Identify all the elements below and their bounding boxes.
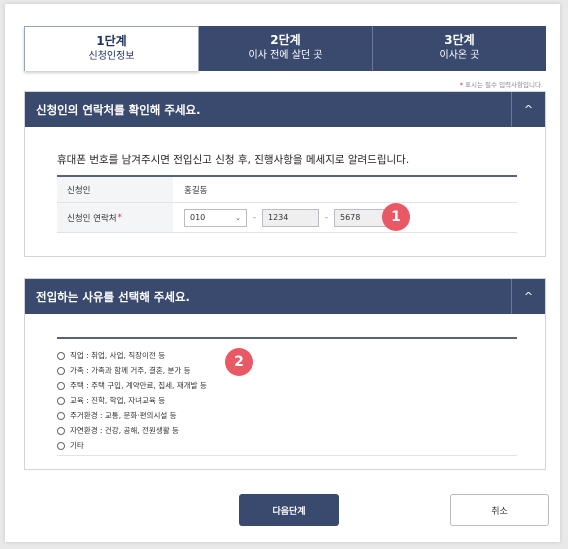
radio-icon[interactable] xyxy=(57,426,65,435)
contact-section: 신청인의 연락처를 확인해 주세요. ^ 휴대폰 번호를 남겨주시면 전입신고 … xyxy=(24,91,546,257)
annotation-badge-1: 1 xyxy=(382,203,410,231)
required-note-text: 표시는 필수 입력사항입니다. xyxy=(462,81,543,89)
reason-option-job[interactable]: 직업 : 취업, 사업, 직장이전 등 xyxy=(57,348,517,363)
radio-icon[interactable] xyxy=(57,411,65,420)
applicant-row: 신청인 홍길동 xyxy=(57,177,517,203)
phone-dash: - xyxy=(253,213,256,222)
step-2-label: 이사 전에 살던 곳 xyxy=(248,50,323,61)
step-2-number: 2단계 xyxy=(270,33,301,47)
reason-section-header: 전입하는 사유를 선택해 주세요. ^ xyxy=(25,279,545,314)
reason-option-label: 주거환경 : 교통, 문화·편의시설 등 xyxy=(70,411,177,420)
chevron-up-icon: ^ xyxy=(523,103,534,116)
reason-option-natural-environment[interactable]: 자연환경 : 건강, 공해, 전원생활 등 xyxy=(57,423,517,438)
radio-icon[interactable] xyxy=(57,366,65,375)
reason-option-label: 교육 : 진학, 학업, 자녀교육 등 xyxy=(70,396,166,405)
reason-section-title: 전입하는 사유를 선택해 주세요. xyxy=(36,289,190,304)
reason-option-label: 주택 : 주택 구입, 계약만료, 집세, 재개발 등 xyxy=(70,381,207,390)
next-step-button[interactable]: 다음단계 xyxy=(239,494,339,526)
phone-label-text: 신청인 연락처 xyxy=(67,213,117,224)
phone-dash: - xyxy=(325,213,328,222)
step-3-number: 3단계 xyxy=(444,33,475,47)
reason-option-family[interactable]: 가족 : 가족과 함께 거주, 결혼, 분가 등 xyxy=(57,363,517,378)
page-container: 1단계 신청인정보 2단계 이사 전에 살던 곳 3단계 이사온 곳 * 표시는… xyxy=(5,4,560,542)
applicant-name: 홍길동 xyxy=(184,185,208,196)
reason-option-living-environment[interactable]: 주거환경 : 교통, 문화·편의시설 등 xyxy=(57,408,517,423)
applicant-label-text: 신청인 xyxy=(67,185,91,196)
phone-label: 신청인 연락처 * xyxy=(57,203,173,232)
phone-prefix-select[interactable]: 010 ⌄ xyxy=(184,208,247,227)
step-1-number: 1단계 xyxy=(96,34,127,48)
radio-icon[interactable] xyxy=(57,396,65,405)
phone-prefix-value: 010 xyxy=(190,213,206,222)
step-2: 2단계 이사 전에 살던 곳 xyxy=(199,26,373,71)
chevron-up-icon: ^ xyxy=(523,290,534,303)
contact-table: 신청인 홍길동 신청인 연락처 * 010 ⌄ - 1234 - 5678 xyxy=(57,175,517,233)
reason-option-education[interactable]: 교육 : 진학, 학업, 자녀교육 등 xyxy=(57,393,517,408)
radio-icon[interactable] xyxy=(57,381,65,390)
phone-row: 신청인 연락처 * 010 ⌄ - 1234 - 5678 xyxy=(57,203,517,233)
radio-icon[interactable] xyxy=(57,441,65,450)
chevron-down-icon: ⌄ xyxy=(235,213,241,222)
step-1: 1단계 신청인정보 xyxy=(24,26,199,71)
reason-divider xyxy=(57,455,517,456)
reason-options: 직업 : 취업, 사업, 직장이전 등 가족 : 가족과 함께 거주, 결혼, … xyxy=(57,337,517,453)
contact-section-header: 신청인의 연락처를 확인해 주세요. ^ xyxy=(25,92,545,127)
reason-option-label: 자연환경 : 건강, 공해, 전원생활 등 xyxy=(70,426,179,435)
step-3-label: 이사온 곳 xyxy=(439,50,480,61)
collapse-contact-button[interactable]: ^ xyxy=(511,92,545,127)
annotation-badge-2: 2 xyxy=(225,348,253,376)
collapse-reason-button[interactable]: ^ xyxy=(511,279,545,314)
reason-option-other[interactable]: 기타 xyxy=(57,438,517,453)
required-note: * 표시는 필수 입력사항입니다. xyxy=(460,79,543,89)
reason-option-label: 기타 xyxy=(70,441,84,450)
step-indicator: 1단계 신청인정보 2단계 이사 전에 살던 곳 3단계 이사온 곳 xyxy=(24,26,546,71)
applicant-label: 신청인 xyxy=(57,177,173,202)
reason-option-label: 직업 : 취업, 사업, 직장이전 등 xyxy=(70,351,166,360)
reason-option-housing[interactable]: 주택 : 주택 구입, 계약만료, 집세, 재개발 등 xyxy=(57,378,517,393)
step-1-label: 신청인정보 xyxy=(88,51,135,62)
reason-section: 전입하는 사유를 선택해 주세요. ^ 직업 : 취업, 사업, 직장이전 등 … xyxy=(24,278,546,470)
step-3: 3단계 이사온 곳 xyxy=(373,26,546,71)
phone-fields: 010 ⌄ - 1234 - 5678 xyxy=(173,208,391,227)
contact-description: 휴대폰 번호를 남겨주시면 전입신고 신청 후, 진행사항을 메세지로 알려드립… xyxy=(57,154,410,166)
cancel-button[interactable]: 취소 xyxy=(450,494,549,526)
phone-required-star: * xyxy=(117,212,122,223)
reason-option-label: 가족 : 가족과 함께 거주, 결혼, 분가 등 xyxy=(70,366,191,375)
contact-section-title: 신청인의 연락처를 확인해 주세요. xyxy=(36,102,201,117)
phone-middle-input[interactable]: 1234 xyxy=(262,208,319,227)
radio-icon[interactable] xyxy=(57,351,65,360)
